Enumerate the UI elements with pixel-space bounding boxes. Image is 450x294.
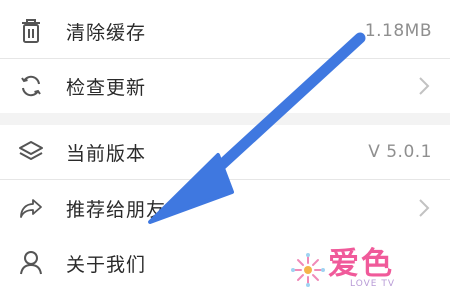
settings-item-label: 关于我们 <box>66 253 147 276</box>
chevron-right-icon <box>419 77 430 95</box>
section-gap <box>0 113 450 125</box>
settings-item-label: 当前版本 <box>66 142 147 165</box>
layers-icon <box>16 137 46 167</box>
version-value: V 5.0.1 <box>368 142 432 162</box>
settings-item-label: 推荐给朋友 <box>66 198 167 221</box>
trash-icon <box>16 16 46 46</box>
settings-item-clear-cache[interactable]: 清除缓存 1.18MB <box>0 4 450 58</box>
settings-item-label: 清除缓存 <box>66 21 147 44</box>
refresh-icon <box>16 71 46 101</box>
settings-item-current-version: 当前版本 V 5.0.1 <box>0 125 450 179</box>
settings-item-check-update[interactable]: 检查更新 <box>0 59 450 113</box>
divider <box>0 179 450 180</box>
logo-text: 爱色 <box>328 246 394 282</box>
settings-item-recommend-friend[interactable]: 推荐给朋友 <box>0 181 450 235</box>
logo-subtitle: LOVE TV <box>350 279 395 289</box>
chevron-right-icon <box>419 199 430 217</box>
share-icon <box>16 193 46 223</box>
cache-size-value: 1.18MB <box>364 21 432 41</box>
settings-item-label: 检查更新 <box>66 76 147 99</box>
user-icon <box>16 248 46 278</box>
